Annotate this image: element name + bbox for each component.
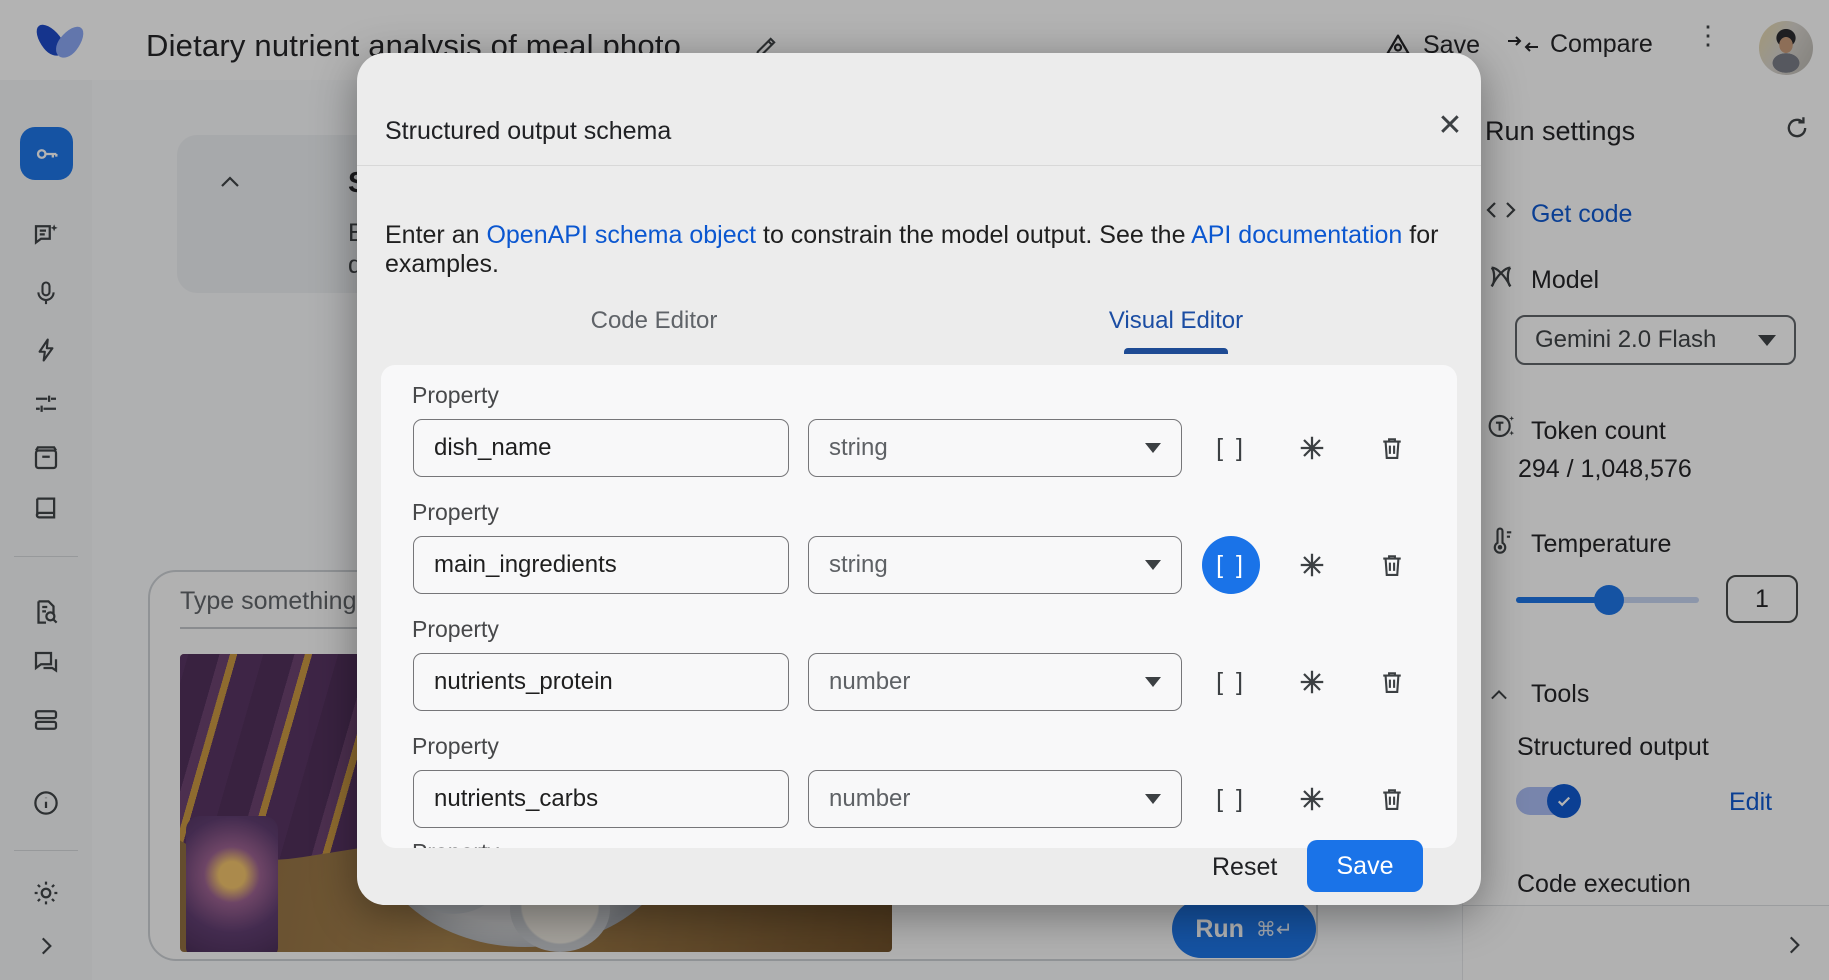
modal-description: Enter an OpenAPI schema object to constr… [385,221,1481,279]
reset-button[interactable]: Reset [1212,853,1277,882]
app-window: Dietary nutrient analysis of meal photo … [0,0,1829,980]
delete-property-icon[interactable] [1372,428,1412,468]
delete-property-icon[interactable] [1372,662,1412,702]
array-toggle-button[interactable]: [ ] [1202,653,1260,711]
property-label: Property [412,733,499,760]
property-type-select[interactable]: string [808,419,1182,477]
close-icon[interactable]: ✕ [1435,111,1465,141]
structured-output-modal: Structured output schema ✕ Enter an Open… [357,53,1481,905]
array-toggle-button[interactable]: [ ] [1202,770,1260,828]
tab-visual-editor[interactable]: Visual Editor [1026,307,1326,335]
required-toggle-icon[interactable] [1292,662,1332,702]
property-name-input[interactable] [413,770,789,828]
chevron-down-icon [1145,560,1161,570]
property-label: Property [412,382,499,409]
required-toggle-icon[interactable] [1292,545,1332,585]
property-label: Property [412,499,499,526]
schema-properties-panel: Property string [ ] Property string [ ] … [381,365,1457,848]
property-name-input[interactable] [413,419,789,477]
active-tab-underline [1124,348,1228,354]
api-documentation-link[interactable]: API documentation [1191,221,1402,249]
tab-code-editor[interactable]: Code Editor [504,307,804,335]
property-type-select[interactable]: number [808,653,1182,711]
property-label: Property [412,616,499,643]
property-type-select[interactable]: string [808,536,1182,594]
required-toggle-icon[interactable] [1292,779,1332,819]
openapi-schema-link[interactable]: OpenAPI schema object [486,221,756,249]
chevron-down-icon [1145,794,1161,804]
required-toggle-icon[interactable] [1292,428,1332,468]
modal-title: Structured output schema [385,117,671,146]
modal-save-button[interactable]: Save [1307,840,1423,892]
chevron-down-icon [1145,677,1161,687]
modal-header-divider [357,165,1481,166]
delete-property-icon[interactable] [1372,779,1412,819]
chevron-down-icon [1145,443,1161,453]
array-toggle-button-active[interactable]: [ ] [1202,536,1260,594]
array-toggle-button[interactable]: [ ] [1202,419,1260,477]
property-name-input[interactable] [413,536,789,594]
delete-property-icon[interactable] [1372,545,1412,585]
property-type-select[interactable]: number [808,770,1182,828]
property-label-partial: Property [412,839,499,848]
property-name-input[interactable] [413,653,789,711]
